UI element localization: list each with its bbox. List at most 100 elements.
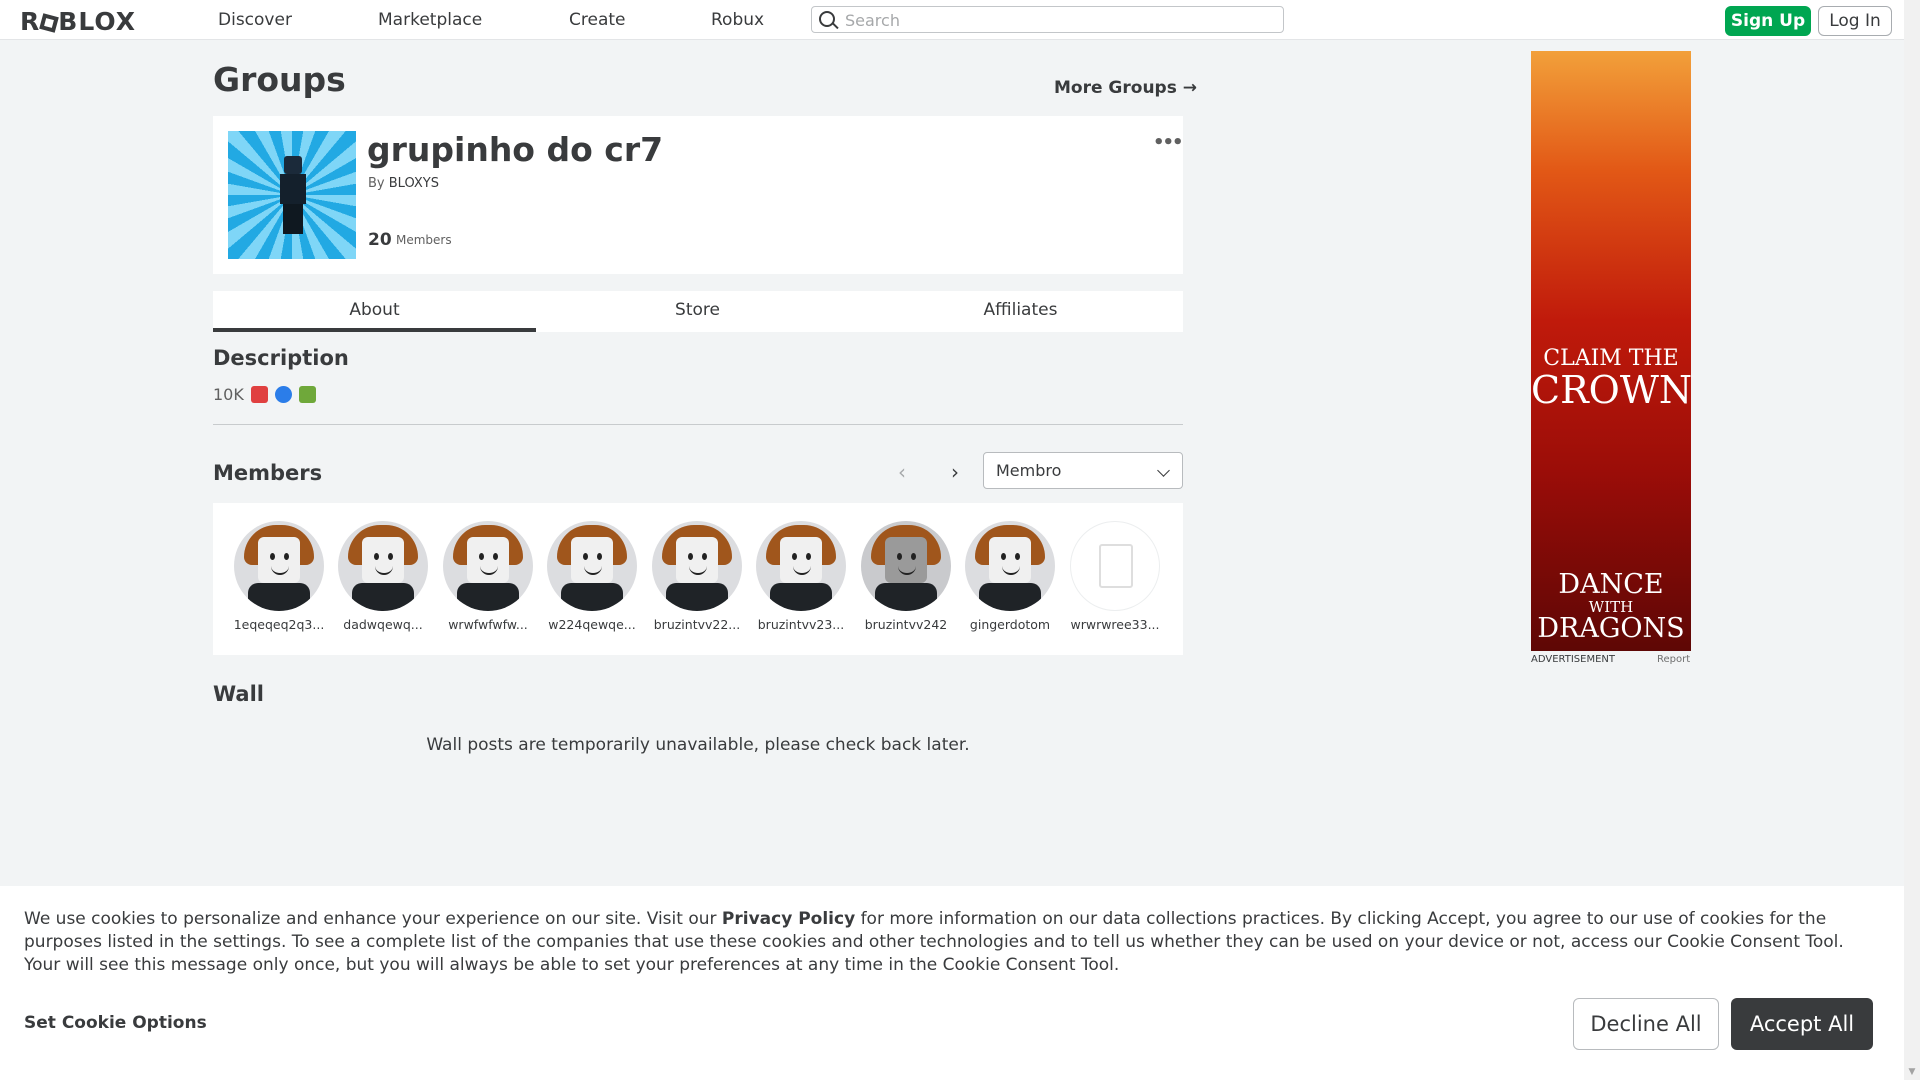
nav-create[interactable]: Create <box>569 10 626 30</box>
tab-about[interactable]: About <box>213 291 536 332</box>
cookie-message: We use cookies to personalize and enhanc… <box>24 908 1880 977</box>
description-value: 10K <box>213 385 244 404</box>
avatar-eye <box>493 553 498 560</box>
mushroom-emoji-icon <box>250 386 268 403</box>
avatar-placeholder[interactable] <box>1070 521 1160 611</box>
description-title: Description <box>213 346 349 370</box>
member-name[interactable]: dadwqewq... <box>334 617 432 632</box>
ad-line: DRAGONS <box>1537 613 1685 644</box>
avatar-torso <box>770 583 832 611</box>
chevron-down-icon <box>1157 464 1170 477</box>
avatar[interactable] <box>756 521 846 611</box>
set-cookie-options-link[interactable]: Set Cookie Options <box>24 1013 207 1033</box>
ad-report-link[interactable]: Report <box>1657 654 1690 665</box>
avatar[interactable] <box>652 521 742 611</box>
avatar-torso <box>248 583 310 611</box>
avatar-torso <box>666 583 728 611</box>
member-card[interactable]: wrwfwfwfw... <box>439 521 537 632</box>
member-name[interactable]: w224qewqe... <box>543 617 641 632</box>
avatar[interactable] <box>443 521 533 611</box>
wall-unavailable-message: Wall posts are temporarily unavailable, … <box>426 735 970 755</box>
avatar-torso <box>979 583 1041 611</box>
more-groups-link[interactable]: More Groups → <box>1054 78 1197 98</box>
login-button[interactable]: Log In <box>1818 6 1892 36</box>
member-card[interactable]: bruzintvv22... <box>648 521 746 632</box>
ad-headline: CLAIM THE CROWN <box>1531 346 1691 412</box>
member-card[interactable]: wrwrwree33... <box>1066 521 1164 632</box>
search-input[interactable] <box>843 9 1267 31</box>
member-card[interactable]: w224qewqe... <box>543 521 641 632</box>
avatar-eye <box>688 553 693 560</box>
members-list: 1eqeqeq2q3... dadwqewq... wrwfwfwfw... w… <box>213 503 1183 655</box>
tab-store[interactable]: Store <box>536 291 859 332</box>
avatar-torso <box>457 583 519 611</box>
tab-affiliates[interactable]: Affiliates <box>859 291 1182 332</box>
avatar-eye <box>597 553 602 560</box>
avatar-eye <box>583 553 588 560</box>
accept-all-button[interactable]: Accept All <box>1731 998 1873 1050</box>
member-card[interactable]: bruzintvv242 <box>857 521 955 632</box>
page-title: Groups <box>213 60 346 99</box>
avatar[interactable] <box>861 521 951 611</box>
member-name[interactable]: bruzintvv242 <box>857 617 955 632</box>
more-dots-icon[interactable]: ••• <box>1153 132 1183 153</box>
description-text: 10K <box>213 385 317 404</box>
avatar[interactable] <box>547 521 637 611</box>
scrollbar[interactable]: ▼ <box>1904 0 1920 1080</box>
nav-discover[interactable]: Discover <box>218 10 292 30</box>
avatar-face <box>676 537 718 583</box>
avatar-eye <box>1001 553 1006 560</box>
avatar[interactable] <box>338 521 428 611</box>
cookie-text-before: We use cookies to personalize and enhanc… <box>24 909 722 929</box>
group-owner-line: By BLOXYS <box>368 176 439 191</box>
search-icon <box>819 11 835 27</box>
section-divider <box>213 424 1183 425</box>
group-owner-link[interactable]: BLOXYS <box>389 176 439 191</box>
chevron-right-icon[interactable]: › <box>951 460 959 484</box>
role-dropdown[interactable]: Membro <box>983 452 1183 489</box>
avatar-eye <box>479 553 484 560</box>
advertisement-banner[interactable]: CLAIM THE CROWN DANCE WITH DRAGONS <box>1531 51 1691 651</box>
member-name[interactable]: 1eqeqeq2q3... <box>230 617 328 632</box>
avatar-eye <box>911 553 916 560</box>
member-card[interactable]: 1eqeqeq2q3... <box>230 521 328 632</box>
avatar-face <box>571 537 613 583</box>
emblem-body <box>280 174 306 204</box>
decline-all-button[interactable]: Decline All <box>1573 998 1719 1050</box>
avatar-eye <box>284 553 289 560</box>
privacy-policy-link[interactable]: Privacy Policy <box>722 909 855 929</box>
nav-robux[interactable]: Robux <box>711 10 764 30</box>
ad-line: CROWN <box>1531 368 1691 412</box>
avatar-face <box>467 537 509 583</box>
avatar-eye <box>792 553 797 560</box>
ad-line: DANCE <box>1558 569 1664 600</box>
ad-label: ADVERTISEMENT <box>1531 654 1616 665</box>
member-card[interactable]: bruzintvv23... <box>752 521 850 632</box>
roblox-logo[interactable]: R BLOX <box>20 7 136 36</box>
scroll-down-icon[interactable]: ▼ <box>1904 1064 1920 1080</box>
chevron-left-icon[interactable]: ‹ <box>898 460 906 484</box>
search-box[interactable] <box>811 6 1284 33</box>
broken-image-icon <box>1099 544 1133 588</box>
member-card[interactable]: gingerdotom <box>961 521 1059 632</box>
ad-line: CLAIM THE <box>1543 346 1679 371</box>
avatar[interactable] <box>234 521 324 611</box>
member-card[interactable]: dadwqewq... <box>334 521 432 632</box>
avatar-eye <box>702 553 707 560</box>
avatar-eye <box>388 553 393 560</box>
avatar[interactable] <box>965 521 1055 611</box>
role-selected-value: Membro <box>996 461 1062 480</box>
member-name[interactable]: wrwfwfwfw... <box>439 617 537 632</box>
group-emblem-image <box>228 131 356 259</box>
avatar-eye <box>897 553 902 560</box>
cookie-consent-banner: We use cookies to personalize and enhanc… <box>0 886 1904 1080</box>
member-name[interactable]: bruzintvv23... <box>752 617 850 632</box>
goat-emoji-icon <box>299 386 317 403</box>
member-name[interactable]: gingerdotom <box>961 617 1059 632</box>
avatar-eye <box>1015 553 1020 560</box>
member-name[interactable]: wrwrwree33... <box>1066 617 1164 632</box>
avatar-eye <box>374 553 379 560</box>
signup-button[interactable]: Sign Up <box>1725 6 1811 36</box>
member-name[interactable]: bruzintvv22... <box>648 617 746 632</box>
nav-marketplace[interactable]: Marketplace <box>378 10 482 30</box>
